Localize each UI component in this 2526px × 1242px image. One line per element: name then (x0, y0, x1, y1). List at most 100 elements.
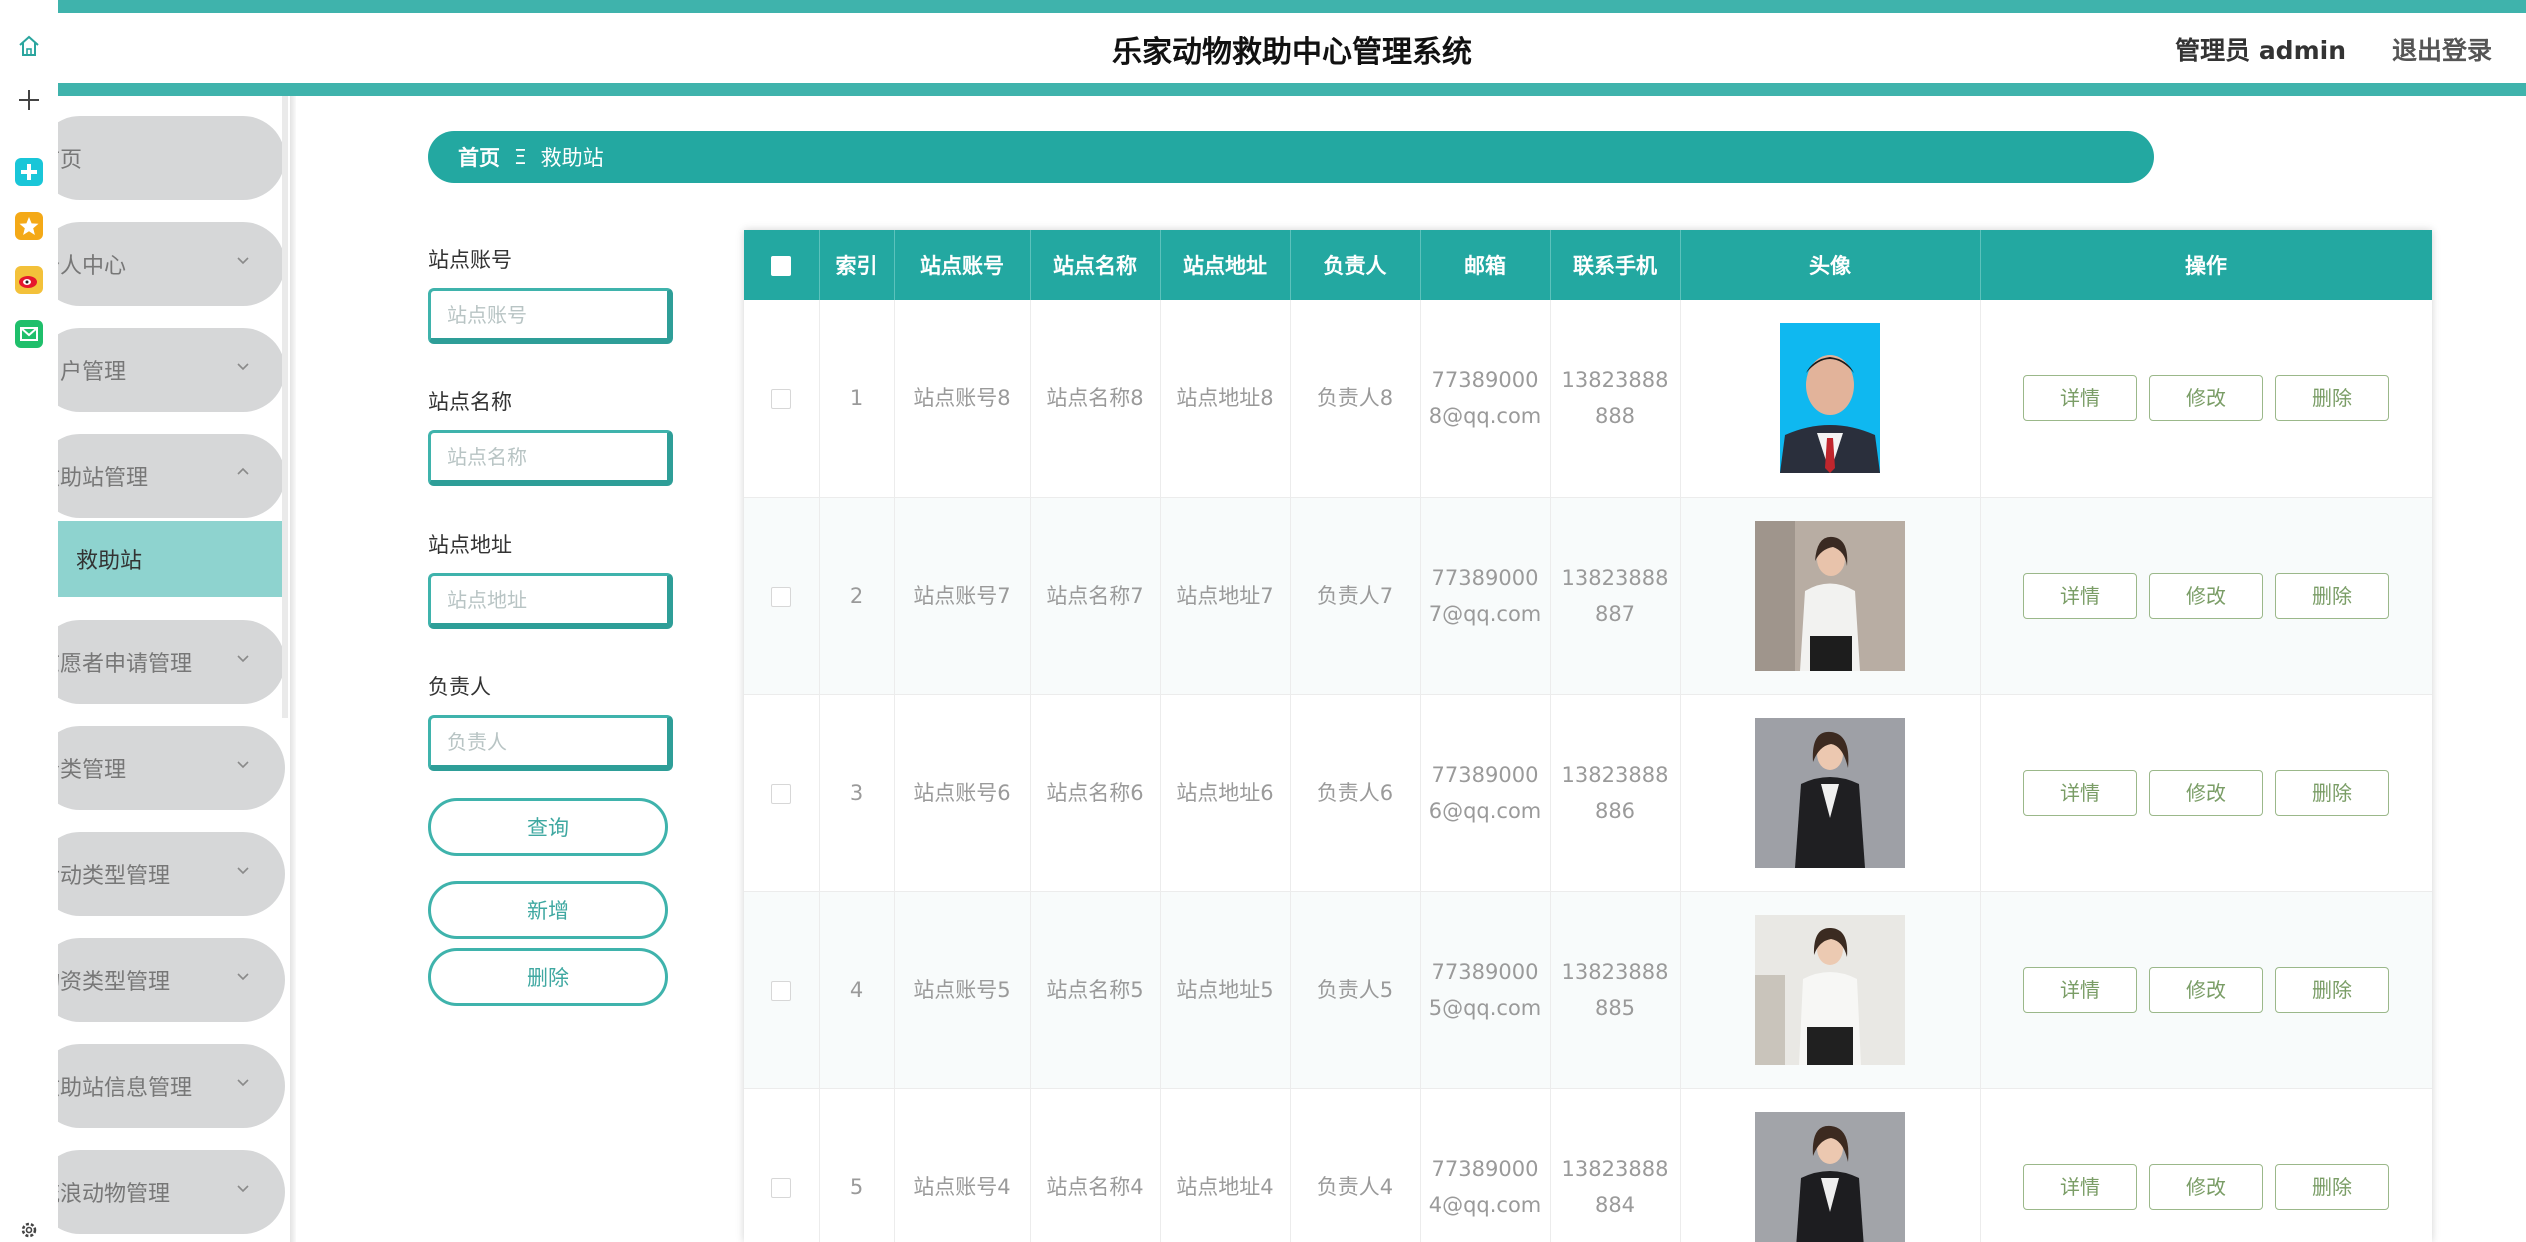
cell-avatar (1680, 300, 1981, 498)
row-checkbox[interactable] (744, 497, 820, 695)
account-label: 站点账号 (428, 248, 512, 272)
home-icon[interactable] (13, 30, 45, 62)
detail-button[interactable]: 详情 (2023, 769, 2137, 816)
cell-actions: 详情 修改 删除 (1980, 891, 2432, 1089)
breadcrumb-separator: Ξ (514, 145, 527, 169)
sidebar-item-label: 用户管理 (58, 360, 127, 385)
sidebar-scrollbar[interactable] (282, 96, 288, 718)
column-header: 站点账号 (894, 230, 1031, 300)
sidebar-item-label: 救助站管理 (58, 466, 149, 491)
sidebar-item-volunteer[interactable]: 志愿者申请管理 (58, 620, 285, 704)
cell-address: 站点地址5 (1160, 891, 1291, 1089)
column-header: 操作 (1980, 230, 2432, 300)
chevron-down-icon (237, 973, 249, 981)
sidebar-item-label: 个人中心 (58, 254, 127, 279)
header-bottom-stripe (58, 83, 2526, 96)
sidebar-item-label: 活动类型管理 (58, 864, 171, 889)
detail-button[interactable]: 详情 (2023, 572, 2137, 619)
detail-button[interactable]: 详情 (2023, 966, 2137, 1013)
header-top-stripe (58, 0, 2526, 13)
detail-button[interactable]: 详情 (2023, 375, 2137, 422)
logout-button[interactable]: 退出登录 (2392, 31, 2492, 67)
address-input[interactable] (428, 573, 673, 629)
row-checkbox[interactable] (744, 694, 820, 892)
row-checkbox[interactable] (744, 300, 820, 498)
delete-button[interactable]: 删除 (2275, 1163, 2389, 1210)
sidebar-item-users[interactable]: 用户管理 (58, 328, 285, 412)
star-app-icon[interactable] (13, 210, 45, 242)
column-header: 邮箱 (1420, 230, 1551, 300)
mail-app-icon[interactable] (13, 318, 45, 350)
sidebar-item-profile[interactable]: 个人中心 (58, 222, 285, 306)
sidebar-item-label: 志愿者申请管理 (58, 652, 193, 677)
cell-name: 站点名称8 (1030, 300, 1161, 498)
delete-button[interactable]: 删除 (2275, 966, 2389, 1013)
cell-address: 站点地址7 (1160, 497, 1291, 695)
delete-button[interactable]: 删除 (2275, 572, 2389, 619)
delete-button[interactable]: 删除 (2275, 769, 2389, 816)
sidebar-item-category[interactable]: 分类管理 (58, 726, 285, 810)
row-checkbox[interactable] (744, 891, 820, 1089)
edit-button[interactable]: 修改 (2149, 966, 2263, 1013)
row-checkbox[interactable] (744, 1088, 820, 1242)
weibo-app-icon[interactable] (13, 264, 45, 296)
address-label: 站点地址 (428, 533, 512, 557)
cell-account: 站点账号5 (894, 891, 1031, 1089)
detail-button[interactable]: 详情 (2023, 1163, 2137, 1210)
gear-icon[interactable] (13, 1218, 45, 1242)
sidebar-divider (290, 96, 296, 1242)
column-header: 负责人 (1290, 230, 1421, 300)
sidebar-item-home[interactable]: 首页 (58, 116, 285, 200)
header: 乐家动物救助中心管理系统 管理员 admin 退出登录 (58, 13, 2526, 83)
sidebar-item-station-management[interactable]: 救助站管理 (58, 434, 285, 518)
cell-actions: 详情 修改 删除 (1980, 694, 2432, 892)
cell-manager: 负责人6 (1290, 694, 1421, 892)
avatar-image (1755, 914, 1905, 1065)
cell-index: 2 (819, 497, 895, 695)
edit-button[interactable]: 修改 (2149, 375, 2263, 422)
chevron-up-icon (237, 467, 249, 475)
chevron-down-icon (237, 1079, 249, 1087)
account-input[interactable] (428, 288, 673, 344)
sidebar-item-supply-type[interactable]: 物资类型管理 (58, 938, 285, 1022)
station-name-input[interactable] (428, 430, 673, 486)
select-all-checkbox[interactable] (744, 230, 820, 300)
delete-button[interactable]: 删除 (2275, 375, 2389, 422)
table-row: 2 站点账号7 站点名称7 站点地址7 负责人7 773890007@qq.co… (744, 497, 2432, 695)
cell-actions: 详情 修改 删除 (1980, 300, 2432, 498)
table-row: 1 站点账号8 站点名称8 站点地址8 负责人8 773890008@qq.co… (744, 300, 2432, 498)
manager-label: 负责人 (428, 675, 491, 699)
breadcrumb-current: 救助站 (540, 146, 604, 170)
sidebar-subitem-station[interactable]: 救助站 (58, 521, 286, 597)
query-button[interactable]: 查询 (428, 798, 668, 856)
table-row: 3 站点账号6 站点名称6 站点地址6 负责人6 773890006@qq.co… (744, 694, 2432, 892)
cell-avatar (1680, 497, 1981, 695)
health-app-icon[interactable] (13, 156, 45, 188)
plus-icon[interactable] (13, 84, 45, 116)
manager-input[interactable] (428, 715, 673, 771)
edit-button[interactable]: 修改 (2149, 1163, 2263, 1210)
cell-index: 3 (819, 694, 895, 892)
chevron-down-icon (237, 655, 249, 663)
edit-button[interactable]: 修改 (2149, 572, 2263, 619)
cell-manager: 负责人5 (1290, 891, 1421, 1089)
sidebar-item-label: 流浪动物管理 (58, 1182, 171, 1207)
column-header: 站点地址 (1160, 230, 1291, 300)
table-header-row: 索引 站点账号 站点名称 站点地址 负责人 邮箱 联系手机 头像 操作 (744, 230, 2432, 300)
breadcrumb: 首页 Ξ 救助站 (428, 131, 2154, 183)
cell-account: 站点账号8 (894, 300, 1031, 498)
sidebar-item-station-info[interactable]: 救助站信息管理 (58, 1044, 285, 1128)
batch-delete-button[interactable]: 删除 (428, 948, 668, 1006)
avatar-image (1780, 323, 1880, 474)
sidebar-item-activity-type[interactable]: 活动类型管理 (58, 832, 285, 916)
sidebar-item-label: 首页 (58, 148, 83, 173)
table-row: 4 站点账号5 站点名称5 站点地址5 负责人5 773890005@qq.co… (744, 891, 2432, 1089)
station-table: 索引 站点账号 站点名称 站点地址 负责人 邮箱 联系手机 头像 操作 1 站点… (744, 230, 2432, 1242)
sidebar-item-label: 物资类型管理 (58, 970, 171, 995)
column-header: 头像 (1680, 230, 1981, 300)
edit-button[interactable]: 修改 (2149, 769, 2263, 816)
cell-address: 站点地址6 (1160, 694, 1291, 892)
sidebar-item-stray-animals[interactable]: 流浪动物管理 (58, 1150, 285, 1234)
add-button[interactable]: 新增 (428, 881, 668, 939)
breadcrumb-home[interactable]: 首页 (458, 142, 500, 172)
